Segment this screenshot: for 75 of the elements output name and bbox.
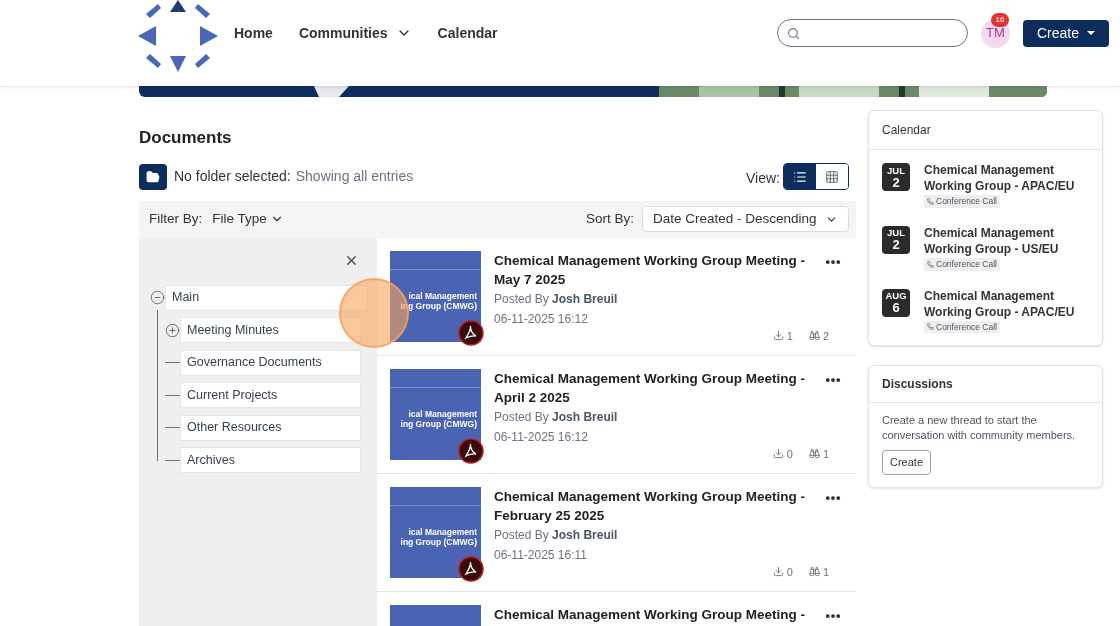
download-icon [772, 330, 784, 342]
nav-link[interactable]: Home [234, 22, 273, 44]
binoculars-icon [808, 448, 820, 460]
pdf-icon [458, 555, 484, 582]
event-title[interactable]: Chemical Management Working Group - APAC/EU [924, 162, 1089, 194]
thumbnail-text: ing Group (CMWG) [400, 536, 477, 547]
collapse-icon[interactable] [150, 290, 165, 306]
binoculars-icon [808, 330, 820, 342]
folder-item[interactable]: Governance Documents [180, 349, 361, 376]
document-date: 06-11-2025 16:12 [494, 310, 589, 328]
date-badge: JUL 2 [882, 163, 910, 191]
document-title[interactable]: Chemical Management Working Group Meeting - [494, 604, 816, 624]
create-button[interactable]: Create [1022, 19, 1109, 47]
thumbnail-text: ing Group (CMWG) [400, 418, 477, 429]
thumbnail-text: ical Management [408, 290, 477, 301]
filter-dropdown[interactable]: File Type [212, 208, 284, 230]
date-badge: JUL 2 [882, 225, 910, 254]
download-icon [772, 566, 784, 578]
document-date: 06-11-2025 16:11 [494, 546, 588, 564]
download-icon [772, 448, 784, 460]
event-title[interactable]: Chemical Management Working Group - US/EU [924, 224, 1089, 257]
grid-icon [825, 169, 839, 184]
list-view-button[interactable] [784, 164, 816, 189]
date-badge: AUG 6 [882, 288, 910, 317]
nav-link[interactable]: Communities [298, 22, 412, 44]
view-count: 1 [822, 564, 829, 580]
section-title: Documents [139, 127, 233, 149]
list-icon [793, 169, 807, 184]
view-count: 1 [822, 446, 829, 462]
folder-item[interactable]: Archives [180, 447, 361, 474]
filter-label: Filter By: [149, 209, 203, 228]
logo-icon[interactable] [138, 0, 218, 74]
document-thumbnail[interactable]: ical Management ing Group (CMWG) [390, 368, 481, 460]
search-icon [786, 26, 800, 40]
download-count: 1 [786, 328, 793, 344]
pdf-icon [458, 437, 484, 464]
discussions-text: Create a new thread to start the conversation with community members. [882, 413, 1077, 444]
folder-item[interactable]: Main [165, 284, 368, 311]
folder-label: No folder selected: [174, 167, 291, 186]
document-title[interactable]: Chemical Management Working Group Meeting - April 2 2025 [494, 368, 816, 407]
phone-icon [927, 197, 934, 205]
download-count: 0 [786, 564, 793, 580]
nav-link[interactable]: Calendar [437, 22, 498, 44]
binoculars-icon [808, 566, 820, 578]
pdf-icon [458, 319, 484, 346]
posted-by-text: Posted By Josh Breuil [494, 408, 619, 426]
document-title[interactable]: Chemical Management Working Group Meeting - February 25 2025 [494, 486, 816, 525]
folder-item[interactable]: Other Resources [180, 414, 361, 441]
create-thread-button[interactable]: Create [882, 450, 932, 475]
notification-badge: 16 [990, 12, 1009, 27]
document-date: 06-11-2025 16:12 [494, 428, 589, 446]
sort-dropdown[interactable]: Date Created - Descending [642, 206, 849, 232]
thumbnail-text: ical Management [408, 408, 477, 419]
event-title[interactable]: Chemical Management Working Group - APAC/EU [924, 287, 1089, 320]
event-tag: Conference Call [924, 257, 1000, 271]
phone-icon [927, 260, 934, 268]
phone-icon [927, 323, 934, 331]
posted-by-text: Posted By Josh Breuil [494, 526, 619, 544]
expand-icon[interactable] [165, 322, 180, 338]
sort-label: Sort By: [586, 209, 634, 228]
folder-icon [146, 169, 160, 184]
folder-item[interactable]: Current Projects [180, 382, 361, 409]
event-tag: Conference Call [924, 195, 1000, 208]
document-title[interactable]: Chemical Management Working Group Meeting - May 7 2025 [494, 250, 816, 289]
card-title: Calendar [869, 111, 1102, 150]
folder-hint: Showing all entries [295, 167, 414, 186]
card-title: Discussions [869, 366, 1102, 404]
posted-by-text: Posted By Josh Breuil [494, 290, 619, 308]
thumbnail-text: ical Management [408, 526, 477, 537]
download-count: 0 [786, 446, 793, 462]
view-count: 2 [822, 328, 829, 344]
event-tag: Conference Call [924, 320, 1000, 334]
view-label: View: [746, 168, 780, 188]
document-thumbnail[interactable]: ical Management ing Group (CMWG) [390, 486, 481, 578]
folder-item[interactable]: Meeting Minutes [180, 317, 361, 344]
